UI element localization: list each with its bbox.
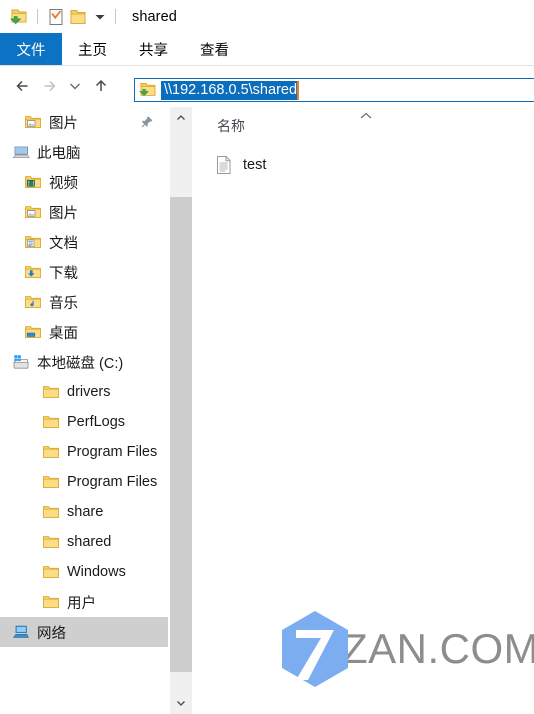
column-header-row: 名称 xyxy=(193,107,534,141)
sidebar-item-9[interactable]: drivers xyxy=(0,377,168,407)
sidebar-item-1[interactable]: 此电脑 xyxy=(0,137,168,167)
sidebar-item-13[interactable]: share xyxy=(0,497,168,527)
sidebar-item-label: 此电脑 xyxy=(37,145,81,162)
sidebar-item-label: shared xyxy=(67,534,112,550)
sidebar-item-7[interactable]: 桌面 xyxy=(0,317,168,347)
folder-icon xyxy=(42,563,60,581)
sidebar-item-label: 用户 xyxy=(67,595,96,612)
folder-icon xyxy=(42,593,60,611)
sidebar-item-label: drivers xyxy=(67,384,111,400)
sidebar-item-10[interactable]: PerfLogs xyxy=(0,407,168,437)
sidebar-item-label: Program Files xyxy=(67,444,158,460)
watermark-text: ZAN.COM xyxy=(342,625,534,672)
chevron-up-icon xyxy=(358,108,374,119)
recent-locations-button[interactable] xyxy=(62,73,88,99)
address-folder-download-icon xyxy=(138,81,158,99)
sidebar-item-label: 网络 xyxy=(37,625,66,642)
scroll-down-button[interactable] xyxy=(170,692,192,714)
tab-share[interactable]: 共享 xyxy=(123,33,184,65)
sidebar-item-8[interactable]: 本地磁盘 (C:) xyxy=(0,347,168,377)
folder-icon xyxy=(42,443,60,461)
folder-download-icon[interactable] xyxy=(8,6,30,28)
sidebar-item-label: PerfLogs xyxy=(67,414,126,430)
forward-button[interactable] xyxy=(36,73,62,99)
sidebar-item-4[interactable]: 文档 xyxy=(0,227,168,257)
list-item-label: test xyxy=(243,157,267,173)
sidebar-item-17[interactable]: 网络 xyxy=(0,617,168,647)
address-input[interactable]: \\192.168.0.5\shared xyxy=(161,80,300,100)
this-pc-icon xyxy=(12,143,30,161)
folder-pictures-icon xyxy=(24,203,42,221)
scrollbar-thumb[interactable] xyxy=(170,197,192,672)
tab-view[interactable]: 查看 xyxy=(184,33,245,65)
folder-icon xyxy=(42,413,60,431)
title-bar: shared xyxy=(0,0,534,33)
navigation-pane: 图片 此电脑 视频 图片 文档 下载 音乐 桌面 本地磁盘 (C:) drivers PerfLog… xyxy=(0,107,168,714)
sidebar-item-14[interactable]: shared xyxy=(0,527,168,557)
folder-music-icon xyxy=(24,293,42,311)
watermark-hexagon-logo xyxy=(274,608,356,690)
sidebar-item-label: Windows xyxy=(67,564,126,580)
explorer-content: 图片 此电脑 视频 图片 文档 下载 音乐 桌面 本地磁盘 (C:) drivers PerfLog… xyxy=(0,107,534,714)
sidebar-item-label: 音乐 xyxy=(49,295,78,312)
tab-file[interactable]: 文件 xyxy=(0,33,62,65)
tab-home[interactable]: 主页 xyxy=(62,33,123,65)
folder-icon xyxy=(42,533,60,551)
folder-documents-icon xyxy=(24,233,42,251)
scroll-up-button[interactable] xyxy=(170,107,192,129)
sidebar-item-label: 图片 xyxy=(49,205,78,222)
sidebar-item-3[interactable]: 图片 xyxy=(0,197,168,227)
window-title: shared xyxy=(132,8,177,25)
sidebar-item-5[interactable]: 下载 xyxy=(0,257,168,287)
folder-icon[interactable] xyxy=(67,6,89,28)
sidebar-item-6[interactable]: 音乐 xyxy=(0,287,168,317)
network-icon xyxy=(12,623,30,641)
sidebar-item-label: Program Files xyxy=(67,474,158,490)
up-button[interactable] xyxy=(88,73,114,99)
chevron-down-icon[interactable] xyxy=(92,9,108,25)
sidebar-item-label: 图片 xyxy=(49,115,78,132)
toolbar-separator-2 xyxy=(115,9,116,24)
folder-icon xyxy=(42,503,60,521)
file-explorer-window: shared 文件 主页 共享 查看 \\192.168.0.5\shared … xyxy=(0,0,534,714)
sidebar-item-16[interactable]: 用户 xyxy=(0,587,168,617)
sidebar-item-label: 视频 xyxy=(49,175,78,192)
folder-videos-icon xyxy=(24,173,42,191)
list-item[interactable]: test xyxy=(215,152,266,178)
sidebar-item-label: 桌面 xyxy=(49,325,78,342)
sidebar-item-0[interactable]: 图片 xyxy=(0,107,168,137)
sidebar-item-label: 本地磁盘 (C:) xyxy=(37,355,124,372)
pin-icon[interactable] xyxy=(140,115,154,129)
folder-pictures-icon xyxy=(24,113,42,131)
column-header-name[interactable]: 名称 xyxy=(217,116,245,136)
pane-divider xyxy=(192,107,193,714)
folder-desktop-icon xyxy=(24,323,42,341)
file-list-pane: 名称 test ZAN.COM xyxy=(193,107,534,714)
watermark: ZAN.COM xyxy=(274,606,534,692)
sidebar-item-2[interactable]: 视频 xyxy=(0,167,168,197)
sidebar-item-11[interactable]: Program Files xyxy=(0,437,168,467)
ribbon-tabs: 文件 主页 共享 查看 xyxy=(0,33,534,65)
back-button[interactable] xyxy=(10,73,36,99)
sidebar-item-label: 文档 xyxy=(49,235,78,252)
local-disk-icon xyxy=(12,353,30,371)
folder-downloads-icon xyxy=(24,263,42,281)
text-document-icon xyxy=(215,155,233,175)
folder-icon xyxy=(42,473,60,491)
toolbar-separator-1 xyxy=(37,9,38,24)
sidebar-item-15[interactable]: Windows xyxy=(0,557,168,587)
sidebar-item-label: 下载 xyxy=(49,265,78,282)
sidebar-item-label: share xyxy=(67,504,104,520)
sidebar-item-12[interactable]: Program Files xyxy=(0,467,168,497)
address-bar[interactable]: \\192.168.0.5\shared xyxy=(134,78,534,102)
folder-icon xyxy=(42,383,60,401)
properties-checkbox-icon[interactable] xyxy=(45,6,67,28)
